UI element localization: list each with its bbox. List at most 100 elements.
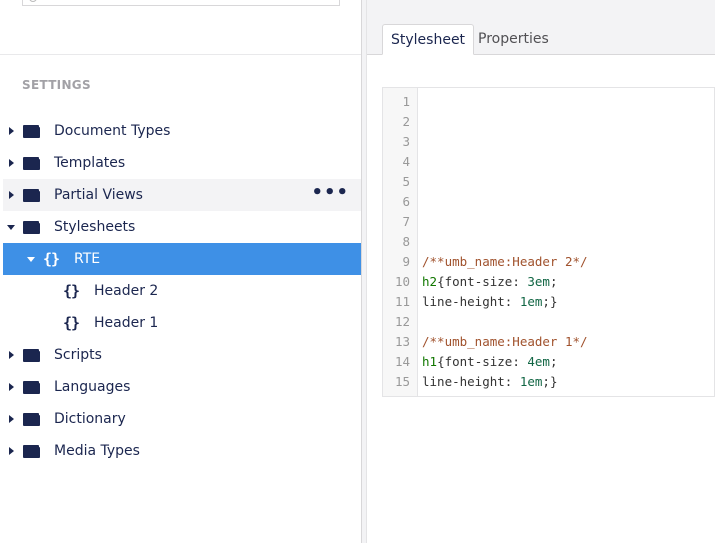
code-property: line-height: <box>422 294 520 309</box>
code-line: 2 <box>383 112 714 132</box>
braces-icon: {} <box>43 250 60 268</box>
line-number: 14 <box>394 354 410 369</box>
line-number: 9 <box>402 254 410 269</box>
line-number: 8 <box>402 234 410 249</box>
code-line: 14 h1{font-size: 4em; <box>383 352 714 372</box>
line-number: 10 <box>394 274 410 289</box>
folder-icon <box>23 189 40 202</box>
code-value: 4em <box>527 354 550 369</box>
code-editor[interactable]: 1 2 3 4 5 6 7 8 9/**umb_name:Header 2*/10 h2{font… <box>382 87 715 397</box>
tree-item-templates[interactable]: Templates <box>3 147 361 179</box>
caret-right-icon[interactable] <box>9 127 14 135</box>
code-line: 10 h2{font-size: 3em; <box>383 272 714 292</box>
tree-item-label: Document Types <box>54 123 171 139</box>
tab-properties[interactable]: Properties <box>470 24 557 55</box>
tree-item-document-types[interactable]: Document Types <box>3 115 361 147</box>
code-line: 3 <box>383 132 714 152</box>
caret-down-icon[interactable] <box>7 225 15 230</box>
code-line: 8 <box>383 232 714 252</box>
code-property: {font-size: <box>437 354 528 369</box>
folder-icon <box>23 125 40 138</box>
code-line: 6 <box>383 192 714 212</box>
code-punctuation: ;} <box>542 294 558 309</box>
braces-icon: {} <box>63 282 80 300</box>
line-number: 2 <box>402 114 410 129</box>
tree-item-label: Stylesheets <box>54 219 136 235</box>
code-line: 15 line-height: 1em;} <box>383 372 714 392</box>
code-text: /**umb_name:Header 1*/ <box>422 332 588 352</box>
code-line: 9 /**umb_name:Header 2*/ <box>383 252 714 272</box>
code-selector: h2 <box>422 274 438 289</box>
tree-item-header-1[interactable]: {} Header 1 <box>3 307 361 339</box>
section-title: SETTINGS <box>22 78 91 92</box>
settings-tree-panel: SETTINGS Document Types Templates Partial … <box>0 0 361 543</box>
caret-right-icon[interactable] <box>9 415 14 423</box>
caret-right-icon[interactable] <box>9 159 14 167</box>
tree-item-label: Header 2 <box>94 283 159 299</box>
caret-right-icon[interactable] <box>9 351 14 359</box>
code-punctuation: ; <box>549 274 558 289</box>
editor-panel: Stylesheet Properties 1 2 3 4 5 6 7 8 9/**umb_na… <box>367 0 715 543</box>
caret-down-icon[interactable] <box>27 257 35 262</box>
tree-item-rte[interactable]: {} RTE <box>3 243 361 275</box>
code-text: line-height: 1em;} <box>422 292 557 312</box>
tree-item-header-2[interactable]: {} Header 2 <box>3 275 361 307</box>
search-icon <box>29 0 37 2</box>
code-text: h1{font-size: 4em; <box>422 352 557 372</box>
line-number: 11 <box>394 294 410 309</box>
code-line: 1 <box>383 92 714 112</box>
tree-header-divider <box>0 54 361 55</box>
line-number: 4 <box>402 154 410 169</box>
tree-item-dictionary[interactable]: Dictionary <box>3 403 361 435</box>
code-line: 11 line-height: 1em;} <box>383 292 714 312</box>
line-number: 13 <box>394 334 410 349</box>
code-punctuation: ; <box>549 354 558 369</box>
code-comment: /**umb_name:Header 1*/ <box>422 334 588 349</box>
line-number: 1 <box>402 94 410 109</box>
tree-item-stylesheets[interactable]: Stylesheets <box>3 211 361 243</box>
caret-right-icon[interactable] <box>9 191 14 199</box>
tree-item-label: Partial Views <box>54 187 143 203</box>
line-number: 6 <box>402 194 410 209</box>
code-property: line-height: <box>422 374 520 389</box>
code-text: line-height: 1em;} <box>422 372 557 392</box>
tab-stylesheet[interactable]: Stylesheet <box>382 24 475 55</box>
code-comment: /**umb_name:Header 2*/ <box>422 254 588 269</box>
caret-right-icon[interactable] <box>9 447 14 455</box>
tree-item-media-types[interactable]: Media Types <box>3 435 361 467</box>
code-line: 5 <box>383 172 714 192</box>
tree-item-label: Templates <box>54 155 126 171</box>
caret-right-icon[interactable] <box>9 383 14 391</box>
more-actions-icon[interactable]: ••• <box>311 184 349 202</box>
line-number: 15 <box>394 374 410 389</box>
code-property: {font-size: <box>437 274 528 289</box>
code-line: 12 <box>383 312 714 332</box>
tree-item-partial-views[interactable]: Partial Views ••• <box>3 179 361 211</box>
code-line: 13 /**umb_name:Header 1*/ <box>383 332 714 352</box>
tree-item-label: Scripts <box>54 347 102 363</box>
search-input[interactable] <box>22 0 340 6</box>
code-value: 1em <box>519 374 543 389</box>
code-line: 7 <box>383 212 714 232</box>
line-number: 7 <box>402 214 410 229</box>
line-number: 12 <box>394 314 410 329</box>
code-punctuation: ;} <box>542 374 558 389</box>
tree-item-languages[interactable]: Languages <box>3 371 361 403</box>
tree-item-label: Dictionary <box>54 411 126 427</box>
folder-icon <box>23 413 40 426</box>
code-line: 4 <box>383 152 714 172</box>
tree-item-label: Header 1 <box>94 315 159 331</box>
folder-icon <box>23 221 40 234</box>
code-text: h2{font-size: 3em; <box>422 272 557 292</box>
folder-icon <box>23 349 40 362</box>
tree-item-scripts[interactable]: Scripts <box>3 339 361 371</box>
tree-item-label: RTE <box>74 251 101 267</box>
folder-icon <box>23 445 40 458</box>
folder-icon <box>23 157 40 170</box>
code-text: /**umb_name:Header 2*/ <box>422 252 588 272</box>
tree-item-label: Media Types <box>54 443 140 459</box>
code-value: 3em <box>527 274 550 289</box>
braces-icon: {} <box>63 314 80 332</box>
line-number: 3 <box>402 134 410 149</box>
line-number: 5 <box>402 174 410 189</box>
